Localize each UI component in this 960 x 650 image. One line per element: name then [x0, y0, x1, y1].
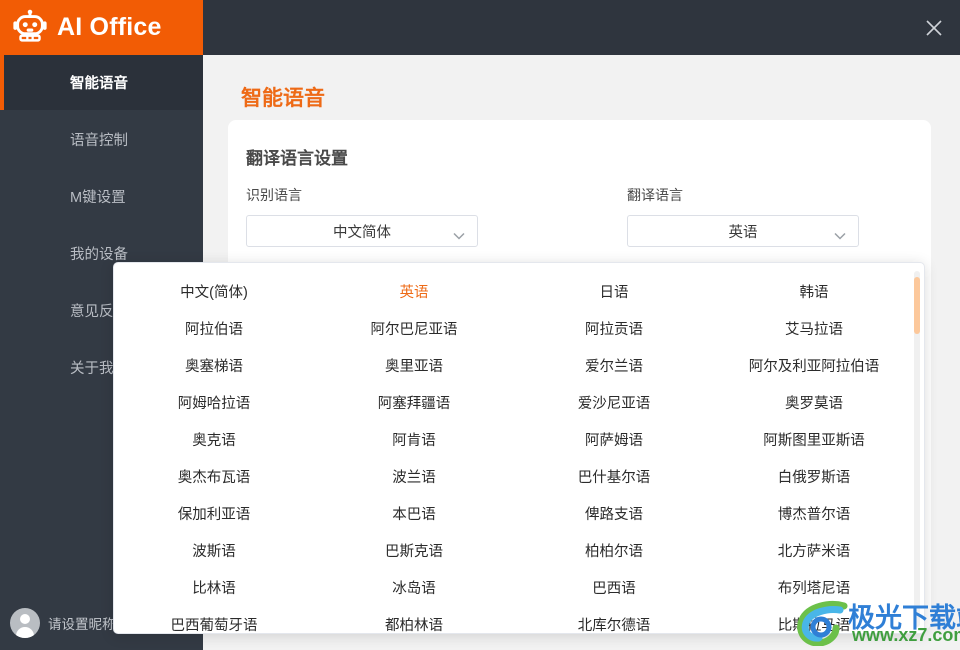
language-option[interactable]: 阿塞拜疆语 [314, 384, 514, 421]
language-option[interactable]: 奥塞梯语 [114, 347, 314, 384]
title-bar: AI Office [0, 0, 960, 55]
language-option[interactable]: 博杰普尔语 [714, 495, 914, 532]
language-option[interactable]: 阿尔巴尼亚语 [314, 310, 514, 347]
target-language-select[interactable]: 英语 [627, 215, 859, 247]
chevron-down-icon [834, 227, 846, 245]
language-option[interactable]: 北库尔德语 [514, 606, 714, 633]
chevron-down-icon [453, 227, 465, 245]
language-option[interactable]: 阿拉伯语 [114, 310, 314, 347]
brand-title: AI Office [57, 13, 162, 41]
language-option[interactable]: 奥里亚语 [314, 347, 514, 384]
language-option[interactable]: 巴西语 [514, 569, 714, 606]
language-option[interactable]: 波兰语 [314, 458, 514, 495]
language-option[interactable]: 阿尔及利亚阿拉伯语 [714, 347, 914, 384]
user-avatar-icon [10, 607, 40, 638]
robot-icon [11, 9, 49, 47]
language-option[interactable]: 奥克语 [114, 421, 314, 458]
language-option[interactable]: 英语 [314, 273, 514, 310]
source-language-field: 识别语言 中文简体 [246, 185, 478, 247]
titlebar-drag-region [203, 0, 908, 55]
sidebar-item-m-key-settings[interactable]: M键设置 [0, 169, 203, 224]
language-option[interactable]: 比林语 [114, 569, 314, 606]
language-option[interactable]: 保加利亚语 [114, 495, 314, 532]
card-title: 翻译语言设置 [246, 149, 348, 168]
language-option[interactable]: 日语 [514, 273, 714, 310]
language-dropdown-panel: 中文(简体) 英语 日语 韩语阿拉伯语 阿尔巴尼亚语 阿拉贡语 艾马拉语奥塞梯语 奥里亚语 爱尔… [113, 262, 925, 634]
sidebar-item-label: M键设置 [70, 190, 126, 206]
close-button[interactable] [908, 0, 960, 55]
language-option[interactable]: 巴斯克语 [314, 532, 514, 569]
scrollbar-thumb[interactable] [914, 277, 920, 334]
language-option[interactable]: 波斯语 [114, 532, 314, 569]
language-option[interactable]: 冰岛语 [314, 569, 514, 606]
sidebar-item-label: 语音控制 [70, 133, 128, 149]
language-option[interactable]: 韩语 [714, 273, 914, 310]
source-language-select[interactable]: 中文简体 [246, 215, 478, 247]
language-option[interactable]: 白俄罗斯语 [714, 458, 914, 495]
source-language-value: 中文简体 [333, 224, 391, 241]
target-language-field: 翻译语言 英语 [627, 185, 859, 247]
language-option[interactable]: 巴西葡萄牙语 [114, 606, 314, 633]
target-language-label: 翻译语言 [627, 187, 683, 203]
language-option[interactable]: 阿拉贡语 [514, 310, 714, 347]
user-nickname: 请设置昵称 [48, 616, 116, 632]
language-option[interactable]: 中文(简体) [114, 273, 314, 310]
language-option[interactable]: 巴什基尔语 [514, 458, 714, 495]
target-language-value: 英语 [728, 224, 758, 241]
language-option[interactable]: 俾路支语 [514, 495, 714, 532]
sidebar-item-label: 智能语音 [70, 76, 128, 92]
close-icon [925, 19, 943, 37]
language-option[interactable]: 阿肯语 [314, 421, 514, 458]
sidebar-item-smart-voice[interactable]: 智能语音 [0, 55, 203, 110]
sidebar-item-label: 我的设备 [70, 247, 128, 263]
language-option[interactable]: 阿萨姆语 [514, 421, 714, 458]
language-option[interactable]: 阿斯图里亚斯语 [714, 421, 914, 458]
language-option[interactable]: 爱沙尼亚语 [514, 384, 714, 421]
language-option[interactable]: 比斯拉马语 [714, 606, 914, 633]
language-option[interactable]: 奥罗莫语 [714, 384, 914, 421]
language-option[interactable]: 柏柏尔语 [514, 532, 714, 569]
sidebar-item-voice-control[interactable]: 语音控制 [0, 112, 203, 167]
page-title: 智能语音 [241, 87, 325, 110]
language-option[interactable]: 奥杰布瓦语 [114, 458, 314, 495]
language-option[interactable]: 阿姆哈拉语 [114, 384, 314, 421]
language-option[interactable]: 布列塔尼语 [714, 569, 914, 606]
language-option[interactable]: 爱尔兰语 [514, 347, 714, 384]
language-option[interactable]: 本巴语 [314, 495, 514, 532]
source-language-label: 识别语言 [246, 187, 302, 203]
language-grid: 中文(简体) 英语 日语 韩语阿拉伯语 阿尔巴尼亚语 阿拉贡语 艾马拉语奥塞梯语 奥里亚语 爱尔… [114, 263, 924, 633]
brand-area: AI Office [0, 0, 203, 55]
language-option[interactable]: 都柏林语 [314, 606, 514, 633]
app-window: AI Office 智能语音 语音控制 M键设置 我的设备 意见反馈 关于我们 … [0, 0, 960, 650]
language-option[interactable]: 艾马拉语 [714, 310, 914, 347]
language-list-scroll-area[interactable]: 中文(简体) 英语 日语 韩语阿拉伯语 阿尔巴尼亚语 阿拉贡语 艾马拉语奥塞梯语 奥里亚语 爱尔… [114, 263, 924, 633]
language-option[interactable]: 北方萨米语 [714, 532, 914, 569]
